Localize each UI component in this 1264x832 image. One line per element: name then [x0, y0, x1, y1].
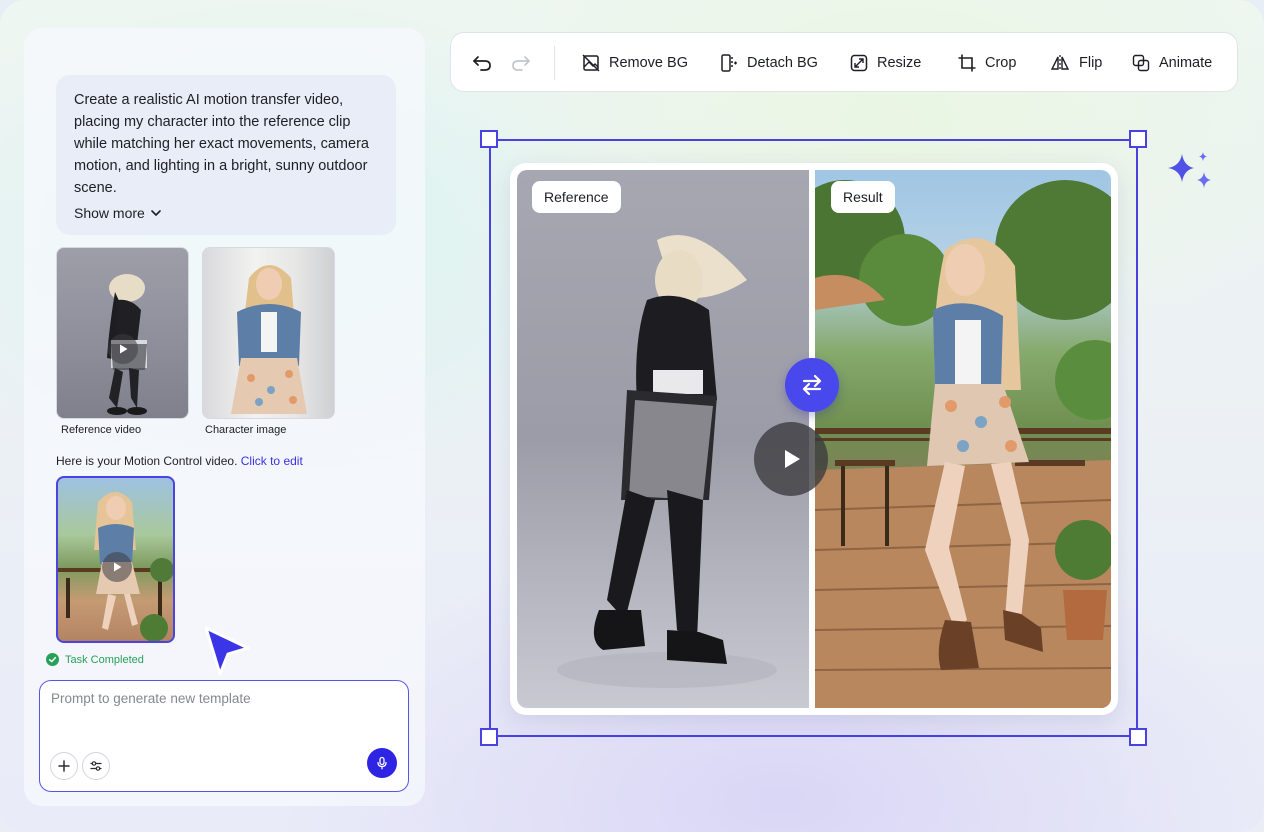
swap-button[interactable]: [785, 358, 839, 412]
show-more-label: Show more: [74, 205, 145, 221]
result-message-text: Here is your Motion Control video.: [56, 454, 238, 468]
remove-bg-label: Remove BG: [609, 55, 688, 71]
detach-bg-label: Detach BG: [747, 55, 818, 71]
play-icon: [785, 450, 800, 468]
add-attachment-button[interactable]: [50, 752, 78, 780]
animate-icon: [1132, 54, 1150, 72]
resize-label: Resize: [877, 55, 922, 71]
character-image-thumbnail[interactable]: [202, 247, 335, 419]
toolbar-divider: [554, 46, 555, 80]
microphone-button[interactable]: [367, 748, 397, 778]
remove-bg-icon: [582, 54, 600, 72]
task-status: Task Completed: [46, 653, 144, 666]
result-message: Here is your Motion Control video. Click…: [56, 454, 303, 468]
click-to-edit-link[interactable]: Click to edit: [241, 454, 303, 468]
play-button[interactable]: [108, 334, 138, 364]
check-circle-icon: [46, 653, 59, 666]
resize-button[interactable]: Resize: [849, 51, 921, 75]
pointer-cursor-icon: [204, 626, 250, 676]
show-more-button[interactable]: Show more: [74, 205, 163, 221]
plus-icon: [58, 760, 70, 772]
settings-button[interactable]: [82, 752, 110, 780]
reference-video-label: Reference video: [61, 424, 142, 436]
flip-label: Flip: [1079, 55, 1103, 71]
prompt-input[interactable]: [51, 691, 391, 735]
app-frame: Create a realistic AI motion transfer vi…: [0, 0, 1264, 832]
crop-icon: [958, 54, 976, 72]
prompt-composer: [39, 680, 409, 792]
character-image: [231, 265, 307, 414]
prompt-bubble: Create a realistic AI motion transfer vi…: [56, 75, 396, 235]
result-tag: Result: [831, 181, 895, 213]
task-status-label: Task Completed: [65, 653, 144, 666]
resize-handle-bottom-right[interactable]: [1129, 728, 1147, 746]
resize-handle-top-right[interactable]: [1129, 130, 1147, 148]
play-button[interactable]: [754, 422, 828, 496]
detach-bg-button[interactable]: Detach BG: [719, 51, 818, 75]
redo-icon: [512, 56, 530, 71]
character-image-label: Character image: [205, 424, 287, 436]
play-icon: [114, 562, 122, 572]
redo-button[interactable]: [509, 51, 533, 75]
sliders-icon: [90, 761, 102, 771]
undo-button[interactable]: [470, 51, 494, 75]
result-video-thumbnail[interactable]: [56, 476, 175, 643]
editor-toolbar: Remove BG Detach BG Resize Crop Flip Ani…: [450, 32, 1238, 92]
swap-arrows-icon: [802, 374, 822, 396]
result-scene-image: [815, 180, 1111, 708]
prompt-text: Create a realistic AI motion transfer vi…: [74, 92, 369, 196]
chat-panel: Create a realistic AI motion transfer vi…: [24, 28, 425, 806]
undo-icon: [473, 56, 491, 71]
reference-tag: Reference: [532, 181, 621, 213]
crop-button[interactable]: Crop: [957, 51, 1016, 75]
animate-button[interactable]: Animate: [1131, 51, 1212, 75]
reference-video-thumbnail[interactable]: [56, 247, 189, 419]
crop-label: Crop: [985, 55, 1017, 71]
resize-handle-bottom-left[interactable]: [480, 728, 498, 746]
flip-icon: [1050, 55, 1070, 71]
play-button[interactable]: [102, 552, 132, 582]
animate-label: Animate: [1159, 55, 1213, 71]
result-pane: [815, 170, 1111, 708]
flip-button[interactable]: Flip: [1049, 51, 1102, 75]
remove-bg-button[interactable]: Remove BG: [581, 51, 688, 75]
detach-bg-icon: [721, 54, 737, 72]
sparkle-icon: [1168, 152, 1211, 188]
play-icon: [120, 344, 128, 354]
resize-icon: [850, 54, 868, 72]
microphone-icon: [377, 756, 387, 770]
chevron-down-icon: [151, 210, 161, 216]
resize-handle-top-left[interactable]: [480, 130, 498, 148]
